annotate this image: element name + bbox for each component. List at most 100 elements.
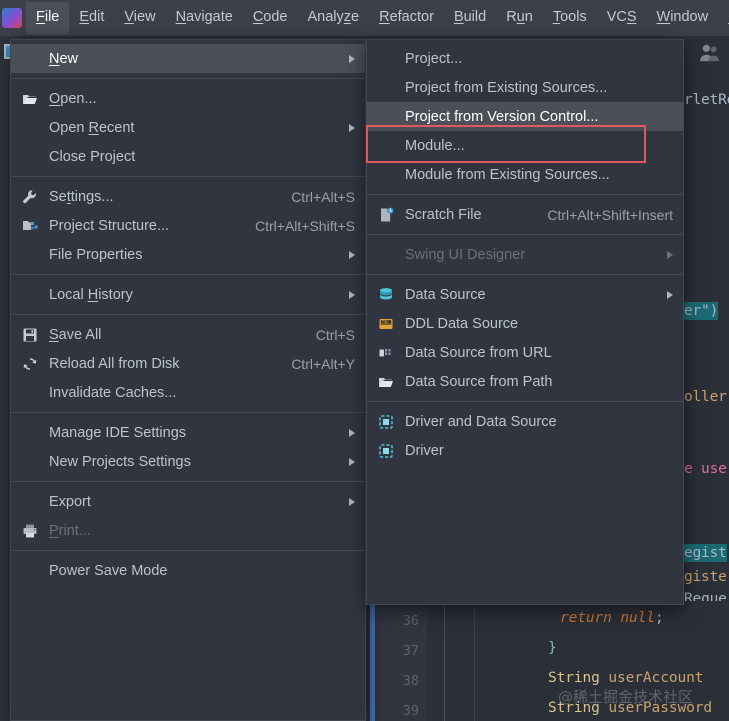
menubar-item-view[interactable]: View <box>114 2 165 34</box>
menu-item-project[interactable]: Project... <box>367 44 683 73</box>
menu-item-export[interactable]: Export <box>11 487 365 516</box>
menu-item-project-from-version-control[interactable]: Project from Version Control... <box>367 102 683 131</box>
menu-item-shortcut: Ctrl+Alt+Shift+S <box>255 217 355 234</box>
menu-item-label: Module... <box>405 137 465 154</box>
menu-separator <box>367 194 683 195</box>
menu-item-ddl-data-source[interactable]: DDL DDL Data Source <box>367 309 683 338</box>
menu-item-module[interactable]: Module... <box>367 131 683 160</box>
menu-item-label: Manage IDE Settings <box>49 424 187 441</box>
menu-item-label: DDL Data Source <box>405 315 519 332</box>
folder-open-icon <box>21 90 39 108</box>
folder-open-icon <box>377 373 395 391</box>
menu-item-label: Data Source from URL <box>405 344 552 361</box>
menubar-item-edit[interactable]: Edit <box>69 2 114 34</box>
menu-item-driver[interactable]: Driver <box>367 436 683 465</box>
menu-item-open-recent[interactable]: Open Recent <box>11 113 365 142</box>
menu-item-module-from-existing-sources[interactable]: Module from Existing Sources... <box>367 160 683 189</box>
floppy-save-icon <box>21 326 39 344</box>
menubar-item-tools[interactable]: Tools <box>543 2 597 34</box>
menu-item-icon-placeholder <box>21 119 39 137</box>
menu-item-driver-and-data-source[interactable]: Driver and Data Source <box>367 407 683 436</box>
ide-window: rletReqer")ollere useregistgisterReque 3… <box>0 0 729 721</box>
menu-item-invalidate-caches[interactable]: Invalidate Caches... <box>11 378 365 407</box>
menu-item-reload-all-from-disk[interactable]: Reload All from Disk Ctrl+Alt+Y <box>11 349 365 378</box>
menu-item-scratch-file[interactable]: Scratch File Ctrl+Alt+Shift+Insert <box>367 200 683 229</box>
submenu-arrow-icon <box>349 123 355 132</box>
menubar-item-refactor[interactable]: Refactor <box>369 2 444 34</box>
menu-item-label: New Projects Settings <box>49 453 191 470</box>
menu-item-file-properties[interactable]: File Properties <box>11 240 365 269</box>
menu-item-label: Scratch File <box>405 206 482 223</box>
wrench-icon <box>21 188 39 206</box>
menu-item-label: Export <box>49 493 91 510</box>
menu-item-icon-placeholder <box>21 384 39 402</box>
code-peek-fragment: oller <box>684 389 727 405</box>
menubar-item-analyze[interactable]: Analyze <box>298 2 370 34</box>
menubar-item-he[interactable]: He <box>718 2 729 34</box>
people-icon[interactable] <box>699 42 721 62</box>
menu-item-data-source-from-url[interactable]: Data Source from URL <box>367 338 683 367</box>
menu-item-print: Print... <box>11 516 365 545</box>
menu-item-label: Project from Existing Sources... <box>405 79 608 96</box>
menu-item-shortcut: Ctrl+Alt+S <box>291 188 355 205</box>
menu-item-settings[interactable]: Settings... Ctrl+Alt+S <box>11 182 365 211</box>
menu-item-save-all[interactable]: Save All Ctrl+S <box>11 320 365 349</box>
menu-item-project-from-existing-sources[interactable]: Project from Existing Sources... <box>367 73 683 102</box>
menu-item-label: Driver <box>405 442 444 459</box>
menu-item-new-projects-settings[interactable]: New Projects Settings <box>11 447 365 476</box>
menu-separator <box>11 176 365 177</box>
driver-icon <box>377 413 395 431</box>
menu-item-power-save-mode[interactable]: Power Save Mode <box>11 556 365 585</box>
menubar-item-navigate[interactable]: Navigate <box>166 2 243 34</box>
menu-item-label: Save All <box>49 326 102 343</box>
menubar-item-file[interactable]: File <box>26 2 70 34</box>
scratch-file-icon <box>377 206 395 224</box>
menu-separator <box>367 234 683 235</box>
menubar-item-window[interactable]: Window <box>647 2 719 34</box>
svg-text:DDL: DDL <box>382 320 390 325</box>
project-structure-icon <box>21 217 39 235</box>
submenu-arrow-icon <box>349 497 355 506</box>
menu-item-label: Project Structure... <box>49 217 170 234</box>
menubar-item-run[interactable]: Run <box>496 2 543 34</box>
menu-item-project-structure[interactable]: Project Structure... Ctrl+Alt+Shift+S <box>11 211 365 240</box>
menu-item-label: Reload All from Disk <box>49 355 180 372</box>
menu-item-label: Print... <box>49 522 91 539</box>
refresh-icon <box>21 355 39 373</box>
main-menu-bar[interactable]: File Edit View Navigate Code Analyze Refactor B… <box>0 0 729 36</box>
menu-item-label: Close Project <box>49 148 136 165</box>
submenu-arrow-icon <box>667 250 673 259</box>
menubar-item-vcs[interactable]: VCS <box>597 2 647 34</box>
menubar-item-code[interactable]: Code <box>243 2 298 34</box>
code-peek-fragment: e user <box>684 461 729 477</box>
menu-item-icon-placeholder <box>377 137 395 155</box>
menu-separator <box>11 78 365 79</box>
line-number: 39 <box>402 703 419 719</box>
plug-icon <box>377 344 395 362</box>
menu-item-manage-ide-settings[interactable]: Manage IDE Settings <box>11 418 365 447</box>
menu-item-icon-placeholder <box>377 50 395 68</box>
menubar-item-build[interactable]: Build <box>444 2 496 34</box>
menu-item-data-source[interactable]: Data Source <box>367 280 683 309</box>
menu-item-open[interactable]: Open... <box>11 84 365 113</box>
file-menu-dropdown[interactable]: New Open... Open Recent Close Project Settin… <box>10 39 366 721</box>
menu-item-label: Project from Version Control... <box>405 108 599 125</box>
menu-item-icon-placeholder <box>377 166 395 184</box>
ddl-icon: DDL <box>377 315 395 333</box>
menu-item-icon-placeholder <box>377 79 395 97</box>
menu-item-label: Data Source <box>405 286 486 303</box>
menu-item-icon-placeholder <box>21 286 39 304</box>
code-folding-rail[interactable] <box>474 601 475 721</box>
menu-separator <box>11 274 365 275</box>
menu-item-data-source-from-path[interactable]: Data Source from Path <box>367 367 683 396</box>
new-submenu-dropdown[interactable]: Project... Project from Existing Sources.… <box>366 39 684 605</box>
code-peek-fragment: gister <box>684 569 729 585</box>
code-peek-fragment: er") <box>684 302 719 320</box>
menu-item-shortcut: Ctrl+S <box>315 326 355 343</box>
menu-item-icon-placeholder <box>377 108 395 126</box>
menu-item-local-history[interactable]: Local History <box>11 280 365 309</box>
menu-item-shortcut: Ctrl+Alt+Y <box>291 355 355 372</box>
menu-item-new[interactable]: New <box>11 44 365 73</box>
menu-item-icon-placeholder <box>377 246 395 264</box>
menu-item-close-project[interactable]: Close Project <box>11 142 365 171</box>
